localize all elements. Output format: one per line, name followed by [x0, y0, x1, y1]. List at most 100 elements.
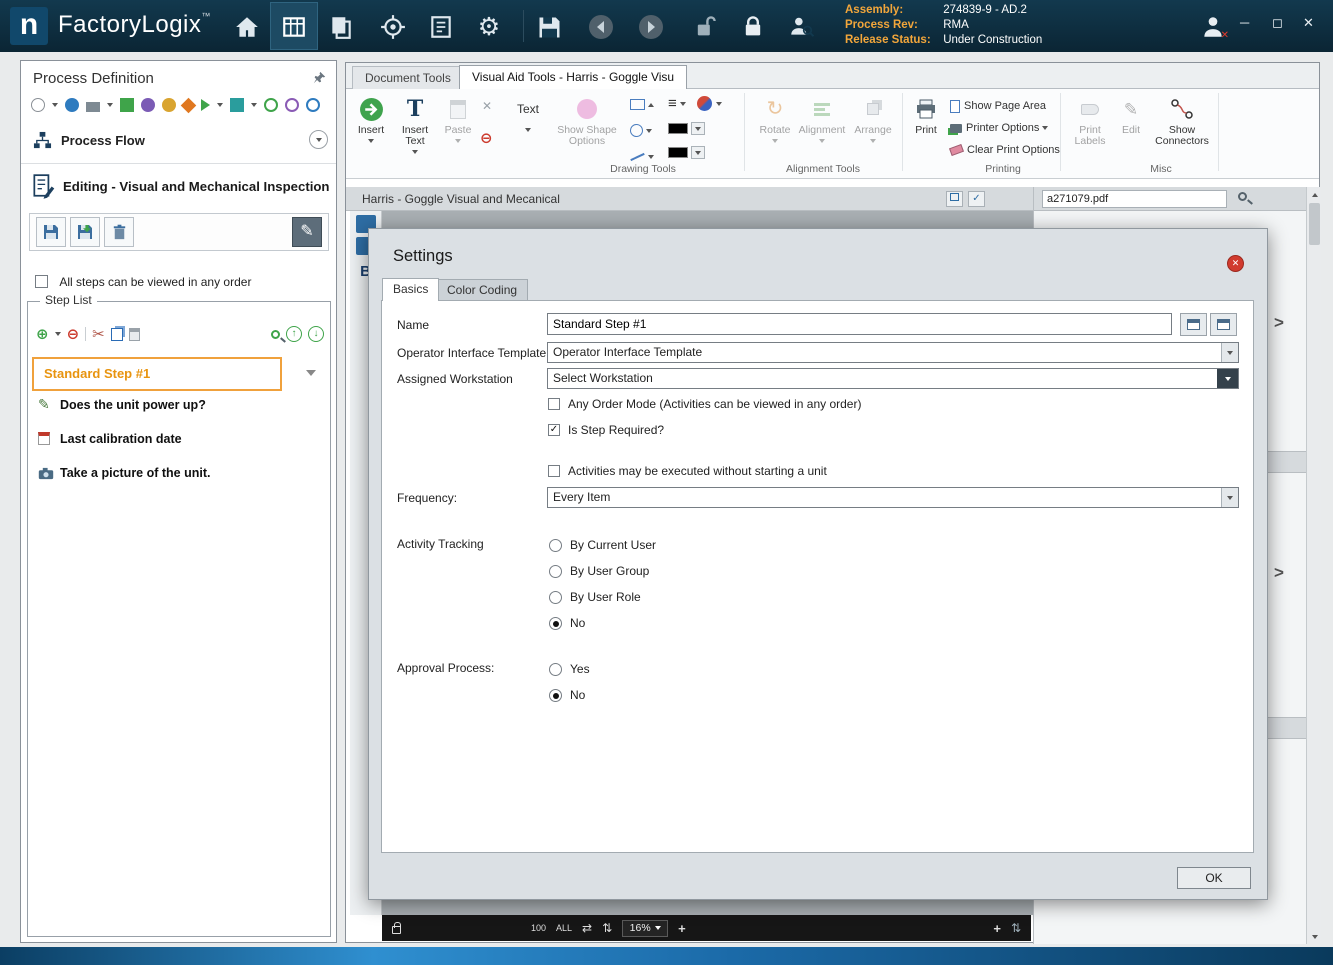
logout-user-button[interactable]: ✕: [1198, 12, 1229, 42]
zoom-in-icon[interactable]: +: [678, 921, 686, 936]
package-caret-icon[interactable]: [251, 103, 257, 107]
step-item[interactable]: Last calibration date: [32, 423, 324, 455]
delete-process-button[interactable]: [104, 217, 134, 247]
alignment-button[interactable]: Alignment: [798, 95, 846, 147]
add-step-caret-icon[interactable]: [54, 332, 61, 336]
user-purple-icon[interactable]: [141, 98, 155, 112]
package-icon[interactable]: [230, 98, 244, 112]
lock-zoom-icon[interactable]: [392, 922, 401, 934]
back-button[interactable]: [586, 12, 616, 42]
step-expand-caret-icon[interactable]: [306, 370, 316, 376]
unlock-button[interactable]: [690, 12, 720, 42]
radio-by-current-user[interactable]: [549, 539, 562, 552]
activities-without-unit-checkbox[interactable]: [548, 465, 560, 477]
print-caret-icon[interactable]: [107, 103, 113, 107]
line-style-options[interactable]: ≡: [668, 95, 722, 112]
shape-line-tool[interactable]: [630, 149, 655, 163]
sphere-icon[interactable]: [697, 96, 713, 111]
process-flow-icon[interactable]: [120, 98, 134, 112]
shape-ellipse-tool[interactable]: [630, 123, 653, 138]
import-process-button[interactable]: [70, 217, 100, 247]
web-icon[interactable]: [65, 98, 79, 112]
sync-green-icon[interactable]: [264, 98, 278, 112]
settings-button[interactable]: ⚙: [474, 12, 504, 42]
move-icon[interactable]: ⇅: [1011, 921, 1021, 935]
step-item[interactable]: ✎ Does the unit power up?: [32, 389, 324, 421]
print-labels-button[interactable]: Print Labels: [1068, 95, 1112, 147]
dialog-close-button[interactable]: ✕: [1227, 255, 1244, 272]
pin-icon[interactable]: [313, 71, 326, 84]
step-item[interactable]: Take a picture of the unit.: [32, 457, 324, 489]
collapse-chevron-icon[interactable]: >: [1274, 313, 1284, 333]
process-definition-button[interactable]: [279, 12, 309, 42]
close-window-button[interactable]: ✕: [1303, 15, 1314, 31]
text-button[interactable]: Text: [510, 95, 546, 136]
edit-button[interactable]: ✎ Edit: [1116, 95, 1146, 136]
target-button[interactable]: [378, 12, 408, 42]
show-connectors-button[interactable]: Show Connectors: [1150, 95, 1214, 147]
doc-grid-button[interactable]: [946, 191, 963, 207]
attachment-name[interactable]: a271079.pdf: [1042, 190, 1227, 208]
history-purple-icon[interactable]: [285, 98, 299, 112]
refresh-blue-icon[interactable]: [306, 98, 320, 112]
any-order-mode-checkbox[interactable]: [548, 398, 560, 410]
find-user-button[interactable]: [786, 12, 816, 42]
report-button[interactable]: [426, 12, 456, 42]
frequency-select[interactable]: Every Item: [547, 487, 1239, 508]
cut-icon[interactable]: ✂: [92, 327, 105, 342]
arrange-button[interactable]: Arrange: [850, 95, 896, 147]
documents-button[interactable]: [326, 12, 356, 42]
scrollbar-thumb[interactable]: [1309, 203, 1320, 245]
home-button[interactable]: [232, 12, 262, 42]
scrollbar[interactable]: [1306, 187, 1321, 944]
clear-print-options-button[interactable]: Clear Print Options: [949, 141, 1060, 159]
user-gold-icon[interactable]: [162, 98, 176, 112]
remove-step-icon[interactable]: ⊖: [67, 327, 80, 342]
print-icon[interactable]: [86, 101, 100, 112]
move-down-icon[interactable]: ↓: [308, 326, 324, 342]
paste-button[interactable]: Paste: [440, 95, 476, 147]
shape-rectangle-tool[interactable]: [630, 97, 655, 111]
collapse-chevron-icon[interactable]: >: [1274, 563, 1284, 583]
clear-selection-icon[interactable]: ✕: [482, 99, 492, 113]
radio-approval-no[interactable]: [549, 689, 562, 702]
radio-approval-yes[interactable]: [549, 663, 562, 676]
minimize-button[interactable]: ─: [1240, 15, 1249, 30]
is-step-required-checkbox[interactable]: ✓: [548, 424, 560, 436]
dropdown-arrow-icon[interactable]: [1221, 343, 1238, 362]
save-button[interactable]: [534, 12, 564, 42]
ok-button[interactable]: OK: [1177, 867, 1251, 889]
rotate-button[interactable]: ↻ Rotate: [756, 95, 794, 147]
radio-activity-no[interactable]: [549, 617, 562, 630]
step-item-selected[interactable]: Standard Step #1: [32, 357, 282, 391]
copy-icon[interactable]: [110, 327, 123, 341]
save-process-button[interactable]: [36, 217, 66, 247]
zoom-level-select[interactable]: 16%: [622, 919, 669, 937]
print-button[interactable]: Print: [908, 95, 944, 136]
export-icon[interactable]: [201, 99, 210, 111]
move-up-icon[interactable]: ↑: [286, 326, 302, 342]
radio-by-user-role[interactable]: [549, 591, 562, 604]
scroll-down-arrow[interactable]: [1307, 929, 1322, 944]
fit-height-icon[interactable]: ⇅: [602, 921, 612, 935]
fit-width-icon[interactable]: ⇄: [582, 921, 592, 935]
add-process-icon[interactable]: [31, 98, 45, 112]
lock-button[interactable]: [738, 12, 768, 42]
any-order-checkbox[interactable]: [35, 275, 48, 288]
fill-color-picker[interactable]: [668, 121, 706, 136]
forward-button[interactable]: [636, 12, 666, 42]
show-shape-options-button[interactable]: Show Shape Options: [548, 95, 626, 147]
operator-interface-select[interactable]: Operator Interface Template: [547, 342, 1239, 363]
workstation-select[interactable]: Select Workstation: [547, 368, 1239, 389]
zoom-all-button[interactable]: ALL: [556, 923, 572, 933]
tab-basics[interactable]: Basics: [382, 278, 440, 301]
tab-visual-aid-tools[interactable]: Visual Aid Tools - Harris - Goggle Visu: [459, 65, 688, 89]
tab-document-tools[interactable]: Document Tools: [352, 66, 464, 89]
name-template-print-button[interactable]: [1210, 313, 1237, 336]
export-caret-icon[interactable]: [217, 103, 223, 107]
process-flow-row[interactable]: Process Flow: [21, 125, 336, 157]
search-attachment-icon[interactable]: [1238, 192, 1247, 201]
name-input[interactable]: [547, 313, 1172, 335]
printer-options-button[interactable]: Printer Options: [950, 119, 1049, 137]
doc-check-button[interactable]: ✓: [968, 191, 985, 207]
